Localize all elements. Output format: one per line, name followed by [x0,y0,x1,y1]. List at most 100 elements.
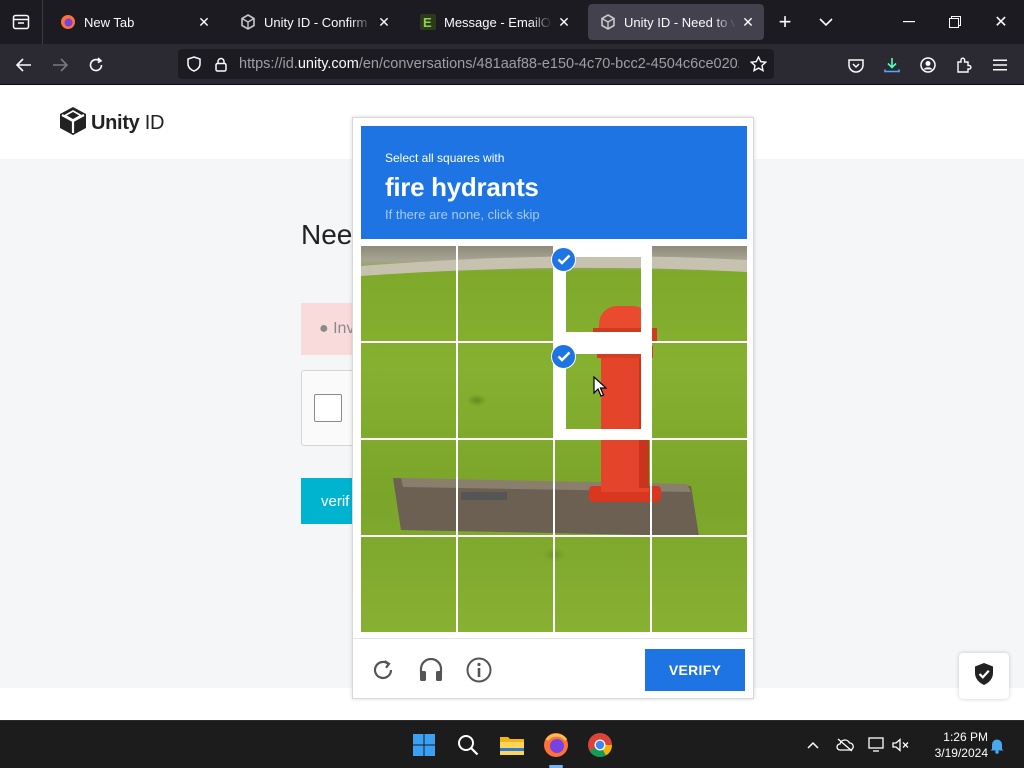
close-icon[interactable]: ✕ [552,10,576,34]
captcha-image-cell[interactable] [361,343,456,438]
shield-check-icon [973,662,995,691]
show-hidden-icons-chevron-up-icon[interactable] [803,735,823,755]
unity-logo-icon [59,106,87,141]
captcha-image-tile [652,246,747,341]
list-all-tabs-button[interactable] [814,10,838,34]
clock-date: 3/19/2024 [934,746,988,760]
selected-checkmark-icon [551,247,576,272]
close-icon[interactable]: ✕ [372,10,396,34]
challenge-prompt: Select all squares with fire hydrants If… [361,126,747,239]
captcha-image-cell[interactable] [361,246,456,341]
tab-title: Unity ID - Confirm your [264,14,372,30]
system-clock[interactable]: 1:26 PM 3/19/2024 [918,729,988,761]
downloads-icon[interactable] [880,53,904,77]
notification-bell-icon[interactable] [987,735,1007,755]
back-button[interactable] [12,53,36,77]
challenge-image-grid [361,246,747,632]
selected-checkmark-icon [551,344,576,369]
tab-title: Message - EmailOnDeck [444,14,552,30]
captcha-image-tile [361,343,456,438]
minimize-button[interactable] [897,10,921,34]
restore-button[interactable] [943,10,967,34]
search-icon[interactable] [452,729,484,761]
lock-icon[interactable] [211,54,231,74]
prompt-skip-hint: If there are none, click skip [385,207,540,222]
tracking-protection-shield-icon[interactable] [184,54,204,74]
emailondeck-icon: E [420,14,436,30]
forward-button[interactable] [48,53,72,77]
prompt-instruction: Select all squares with [385,151,505,165]
captcha-image-tile [458,537,553,632]
captcha-image-tile [458,343,553,438]
account-icon[interactable] [916,53,940,77]
volume-muted-icon[interactable] [891,735,911,755]
firefox-taskbar-icon[interactable] [540,729,572,761]
close-icon[interactable]: ✕ [736,10,760,34]
captcha-image-cell[interactable] [652,537,747,632]
prompt-target-object: fire hydrants [385,172,539,202]
windows-start-icon[interactable] [408,729,440,761]
audio-challenge-headphones-icon[interactable] [417,656,445,684]
new-tab-button[interactable]: + [773,9,797,34]
captcha-image-tile [555,537,650,632]
refresh-icon[interactable] [369,656,397,684]
navigation-toolbar: https://id.unity.com/en/conversations/48… [0,44,1024,85]
info-icon[interactable] [465,656,493,684]
captcha-image-tile [458,440,553,535]
captcha-image-cell[interactable] [458,440,553,535]
captcha-image-cell[interactable] [361,440,456,535]
tab-title: Unity ID - Need to verify [624,14,736,30]
hcaptcha-checkbox[interactable] [314,394,342,422]
captcha-image-cell[interactable] [652,343,747,438]
url-text: https://id.unity.com/en/conversations/48… [239,56,739,72]
captcha-image-tile [566,257,641,332]
reload-button[interactable] [84,53,108,77]
captcha-image-cell[interactable] [458,537,553,632]
captcha-image-cell[interactable] [652,440,747,535]
url-bar[interactable]: https://id.unity.com/en/conversations/48… [178,49,774,79]
captcha-image-cell[interactable] [555,440,650,535]
onedrive-offline-icon[interactable] [835,735,855,755]
captcha-image-cell[interactable] [458,343,553,438]
captcha-image-cell[interactable] [458,246,553,341]
close-icon[interactable]: ✕ [192,10,216,34]
bookmark-star-icon[interactable] [748,54,768,74]
captcha-image-tile [652,440,747,535]
tab-new-tab[interactable]: New Tab ✕ [48,4,220,40]
firefox-view-button[interactable] [0,0,42,44]
pocket-icon[interactable] [844,53,868,77]
svg-text:E: E [423,15,432,30]
tab-unity-verify[interactable]: Unity ID - Need to verify ✕ [588,4,764,40]
challenge-footer: VERIFY [353,638,753,698]
tab-separator [42,0,43,44]
network-icon[interactable] [867,735,887,755]
captcha-verify-button[interactable]: VERIFY [645,649,745,691]
tab-bar: New Tab ✕ Unity ID - Confirm your ✕ E Me… [0,0,1024,44]
close-window-button[interactable]: ✕ [989,10,1013,34]
unity-id-logo[interactable]: Unity ID [59,106,164,141]
error-message: ● Inv [319,320,355,337]
chrome-icon[interactable] [584,729,616,761]
unity-icon [240,14,256,30]
captcha-image-cell[interactable] [555,537,650,632]
captcha-image-tile [652,537,747,632]
unity-icon [600,14,616,30]
captcha-image-tile [555,440,650,535]
security-shield-badge[interactable] [959,653,1009,699]
captcha-image-tile [361,246,456,341]
captcha-image-cell[interactable] [652,246,747,341]
page-title: Nee [301,219,353,250]
captcha-image-tile [652,343,747,438]
hamburger-menu-icon[interactable] [988,53,1012,77]
captcha-image-tile [458,246,553,341]
captcha-image-tile [361,537,456,632]
tab-emailondeck[interactable]: E Message - EmailOnDeck ✕ [408,4,580,40]
firefox-icon [60,14,76,30]
captcha-image-cell[interactable] [361,537,456,632]
tab-unity-confirm[interactable]: Unity ID - Confirm your ✕ [228,4,400,40]
mouse-cursor [593,375,608,402]
extensions-icon[interactable] [952,53,976,77]
logo-text: Unity ID [91,112,165,134]
tab-title: New Tab [84,14,135,30]
file-explorer-icon[interactable] [496,729,528,761]
